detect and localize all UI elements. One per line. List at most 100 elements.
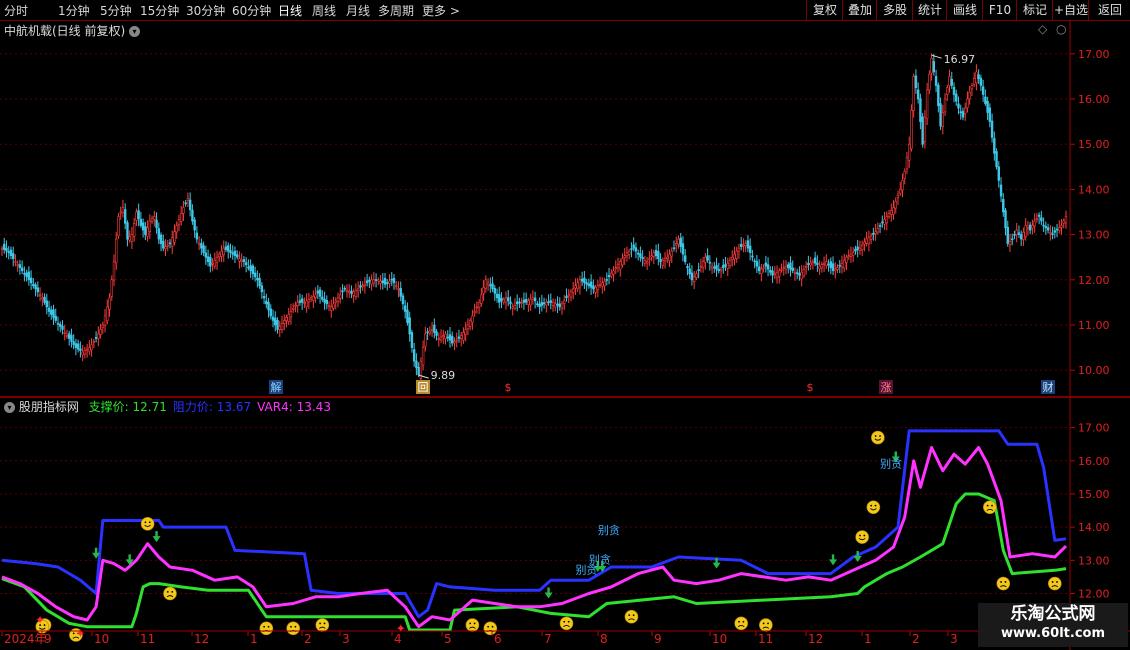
toolbar-button-1[interactable]: 叠加 — [842, 0, 877, 20]
candle-body — [1002, 198, 1005, 213]
xaxis-label: 12 — [808, 632, 823, 646]
candle-body — [278, 326, 281, 330]
candle-body — [865, 238, 868, 244]
smiley-happy-icon — [866, 500, 881, 515]
event-marker[interactable]: $ — [505, 381, 512, 394]
toolbar-button-0[interactable]: 复权 — [806, 0, 843, 20]
candle-body — [950, 78, 953, 86]
candle-body — [27, 271, 31, 281]
candle-body — [112, 261, 116, 281]
candle-body — [941, 112, 945, 128]
candle-body — [986, 100, 989, 113]
candle-body — [36, 287, 40, 293]
candle-body — [585, 282, 588, 285]
event-marker[interactable]: 解 — [271, 380, 282, 394]
toolbar-button-2[interactable]: 多股 — [876, 0, 913, 20]
candle-body — [32, 283, 35, 287]
period-toolbar: 分时 1分钟 5分钟 15分钟 30分钟 60分钟 日线 周线 月线 多周期 更多 > 复权 叠加 多股统… — [0, 0, 1130, 21]
candle-body — [41, 297, 44, 300]
toolbar-tab-5[interactable]: 60分钟 — [232, 2, 271, 19]
candle-body — [634, 247, 638, 252]
toolbar-button-7[interactable]: +自选 — [1052, 0, 1089, 20]
candle-body — [455, 339, 458, 342]
candle-body — [610, 273, 613, 277]
toolbar-button-3[interactable]: 统计 — [912, 0, 947, 20]
candle-body — [771, 270, 774, 276]
toolbar-tab-7[interactable]: 周线 — [312, 2, 336, 19]
event-marker[interactable]: 涨 — [881, 381, 892, 394]
toolbar-button-5[interactable]: F10 — [982, 0, 1017, 20]
main-ytick: 15.00 — [1078, 138, 1110, 151]
candle-body — [1042, 224, 1045, 227]
candle-body — [9, 249, 13, 256]
candle-body — [905, 157, 909, 170]
candle-body — [630, 248, 633, 250]
panel-close-icon[interactable]: ○ — [1056, 22, 1066, 36]
toolbar-tab-8[interactable]: 月线 — [346, 2, 370, 19]
candle-body — [551, 302, 555, 306]
indicator-name: 股朋指标网 — [18, 400, 79, 414]
toolbar-button-6[interactable]: 标记 — [1016, 0, 1053, 20]
candle-body — [858, 247, 862, 251]
candle-body — [451, 336, 454, 344]
toolbar-button-8[interactable]: 返回 — [1088, 0, 1130, 20]
candle-body — [834, 268, 837, 272]
candle-body — [200, 243, 203, 249]
candle-body — [294, 305, 297, 307]
candle-body — [798, 273, 801, 276]
candle-body — [155, 219, 158, 229]
toolbar-tab-3[interactable]: 15分钟 — [140, 2, 179, 19]
smiley-happy-icon — [871, 430, 885, 445]
indicator-header: ▾ 股朋指标网 支撑价: 12.71 阻力价: 13.67 VAR4: 13.43 — [4, 398, 331, 415]
indicator-item-value: 13.43 — [292, 400, 331, 414]
candle-body — [959, 111, 962, 114]
toolbar-button-4[interactable]: 画线 — [946, 0, 983, 20]
candle-body — [63, 332, 66, 334]
candle-body — [1062, 220, 1065, 224]
candle-body — [195, 232, 199, 240]
event-marker[interactable]: 回 — [418, 381, 429, 394]
toolbar-tab-4[interactable]: 30分钟 — [186, 2, 225, 19]
candle-body — [701, 261, 705, 268]
smiley-sad-icon — [996, 576, 1011, 591]
candle-body — [977, 74, 980, 79]
event-marker[interactable]: 财 — [1043, 380, 1054, 394]
indicator-ytick: 14.00 — [1078, 521, 1110, 534]
candle-body — [88, 347, 91, 352]
candle-body — [578, 279, 582, 288]
candle-body — [54, 315, 57, 321]
candle-body — [339, 294, 342, 299]
candle-body — [408, 317, 411, 335]
candle-body — [704, 256, 707, 263]
candle-body — [106, 306, 109, 322]
indicator-dropdown-icon[interactable]: ▾ — [4, 402, 15, 413]
diamond-icon[interactable]: ◇ — [1038, 22, 1047, 36]
smiley-sad-icon — [259, 621, 274, 636]
indicator-item-1: 阻力价: 13.67 — [173, 400, 251, 414]
candle-body — [554, 303, 557, 308]
toolbar-tab-2[interactable]: 5分钟 — [100, 2, 132, 19]
toolbar-tab-0[interactable]: 分时 — [4, 2, 28, 19]
indicator-item-label: 阻力价: — [172, 400, 213, 414]
candle-body — [70, 335, 73, 342]
candle-body — [533, 297, 537, 302]
toolbar-tab-6[interactable]: 日线 — [278, 2, 302, 19]
candle-body — [659, 258, 662, 263]
toolbar-tab-9[interactable]: 多周期 — [378, 2, 414, 19]
chart-area: 16.979.89解回 $ $ 涨财 ✦✦ ✦别贪别贪别贪别贪 17.0016.0015… — [0, 20, 1130, 650]
candle-body — [1058, 227, 1061, 231]
toolbar-tab-10[interactable]: 更多 > — [422, 2, 460, 19]
candle-body — [249, 265, 252, 272]
event-marker[interactable]: $ — [807, 381, 814, 394]
xaxis-label: 2 — [304, 632, 312, 646]
candle-body — [379, 280, 382, 284]
candle-body — [439, 336, 443, 341]
candle-body — [1013, 234, 1016, 236]
candle-body — [336, 297, 340, 302]
title-dropdown-icon[interactable]: ▾ — [129, 26, 141, 37]
candle-body — [473, 311, 476, 313]
toolbar-tab-1[interactable]: 1分钟 — [58, 2, 90, 19]
candle-body — [361, 285, 364, 288]
candle-body — [99, 329, 102, 335]
smiley-sad-icon — [1048, 576, 1062, 591]
